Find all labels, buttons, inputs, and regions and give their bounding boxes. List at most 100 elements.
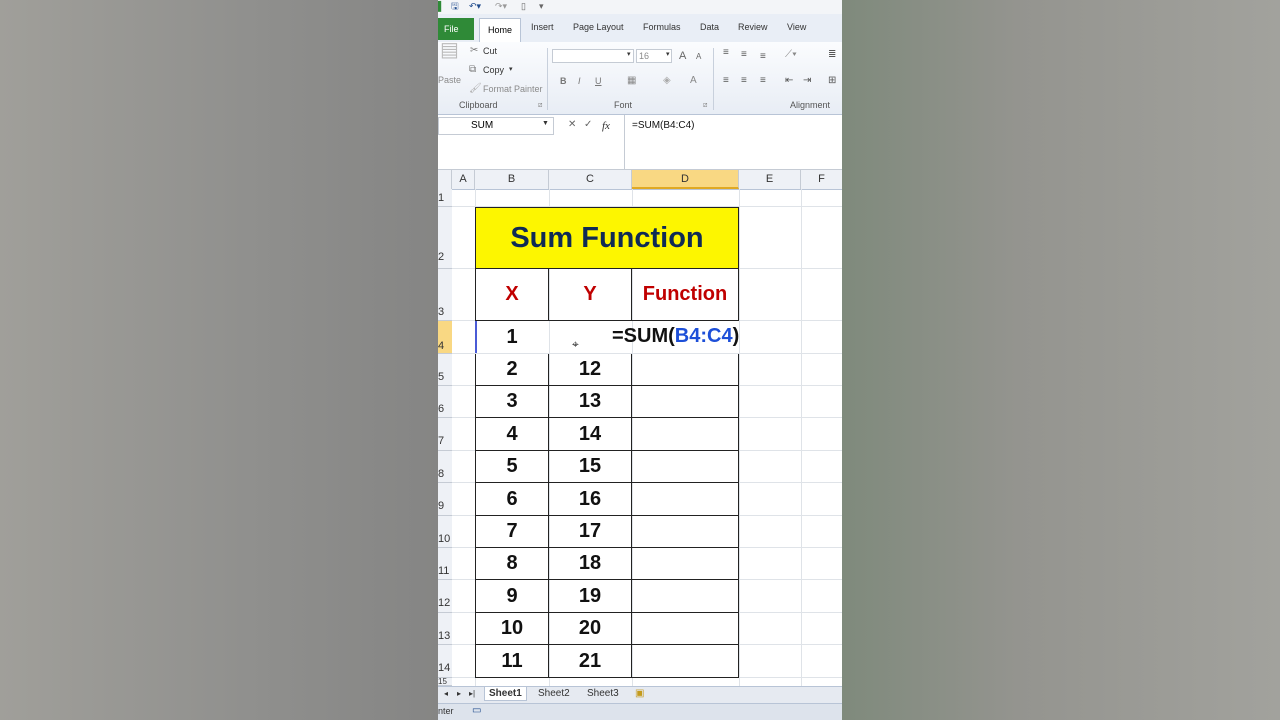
enter-icon[interactable]: ✓ — [584, 119, 592, 131]
row-header-2[interactable]: 2 — [438, 207, 452, 269]
shrink-font-button[interactable]: A — [696, 52, 701, 61]
align-top-icon[interactable]: ≡ — [723, 47, 729, 59]
customize-qat-icon[interactable]: ▾ — [539, 0, 544, 12]
insert-function-button[interactable]: fx — [602, 120, 610, 132]
cell-y[interactable]: 16 — [548, 483, 632, 516]
copy-dropdown-icon[interactable]: ▾ — [509, 65, 513, 73]
fill-color-icon[interactable]: ◈ — [663, 75, 671, 87]
table-title[interactable]: Sum Function — [475, 207, 739, 269]
tab-review[interactable]: Review — [738, 22, 768, 32]
copy-button[interactable]: Copy — [483, 65, 504, 75]
tab-formulas[interactable]: Formulas — [643, 22, 681, 32]
header-y[interactable]: Y — [548, 269, 632, 321]
cell-d4-formula[interactable]: =SUM(B4:C4) — [612, 325, 739, 348]
cell-x[interactable]: 11 — [475, 645, 549, 678]
cell-y[interactable]: 14 — [548, 418, 632, 451]
grow-font-button[interactable]: A — [679, 50, 686, 62]
underline-button[interactable]: U — [595, 76, 602, 86]
cell-y[interactable]: 13 — [548, 386, 632, 418]
wrap-text-icon[interactable]: ≣ — [828, 49, 836, 61]
sheet-tab-sheet1[interactable]: Sheet1 — [484, 687, 527, 701]
borders-icon[interactable]: ▦ — [627, 75, 636, 87]
new-doc-icon[interactable]: ▯ — [521, 0, 526, 12]
select-all-corner[interactable] — [438, 170, 452, 189]
row-header-4[interactable]: 4 — [438, 321, 452, 354]
cell-y[interactable]: 17 — [548, 516, 632, 548]
row-header-1[interactable]: 1 — [438, 189, 452, 207]
cell-x[interactable]: 10 — [475, 613, 549, 645]
cut-button[interactable]: Cut — [483, 46, 497, 56]
font-name-box[interactable] — [552, 49, 634, 63]
cell-x[interactable]: 8 — [475, 548, 549, 580]
last-sheet-icon[interactable]: ▸| — [469, 689, 475, 698]
cell-function[interactable] — [631, 645, 739, 678]
next-sheet-icon[interactable]: ▸ — [457, 689, 461, 698]
column-header-b[interactable]: B — [475, 170, 549, 189]
row-header-15[interactable]: 15 — [438, 678, 452, 686]
prev-sheet-icon[interactable]: ◂ — [444, 689, 448, 698]
font-color-button[interactable]: A — [690, 75, 697, 86]
tab-data[interactable]: Data — [700, 22, 719, 32]
cell-y[interactable]: 21 — [548, 645, 632, 678]
cell-function[interactable] — [631, 386, 739, 418]
merge-center-icon[interactable]: ⊞ — [828, 75, 836, 87]
name-box-dropdown-icon[interactable]: ▼ — [542, 120, 549, 127]
cell-function[interactable] — [631, 548, 739, 580]
column-header-a[interactable]: A — [452, 170, 475, 189]
header-function[interactable]: Function — [631, 269, 739, 321]
row-header-10[interactable]: 10 — [438, 516, 452, 548]
orientation-icon[interactable]: ⟋▾ — [785, 49, 797, 61]
cell-y[interactable]: 18 — [548, 548, 632, 580]
name-box[interactable]: SUM — [438, 117, 554, 135]
undo-icon[interactable]: ↶▾ — [469, 0, 481, 12]
cell-b4[interactable]: 1 — [475, 321, 549, 354]
worksheet-grid[interactable]: A B C D E F 1 2 3 4 5 6 7 8 9 10 11 12 1… — [438, 170, 842, 686]
sheet-tab-sheet3[interactable]: Sheet3 — [587, 688, 619, 699]
cell-function[interactable] — [631, 580, 739, 613]
font-size-dropdown-icon[interactable]: ▾ — [666, 50, 670, 58]
row-header-11[interactable]: 11 — [438, 548, 452, 580]
increase-indent-icon[interactable]: ⇥ — [803, 75, 811, 87]
tab-view[interactable]: View — [787, 22, 806, 32]
cell-function[interactable] — [631, 516, 739, 548]
font-name-dropdown-icon[interactable]: ▾ — [627, 50, 631, 58]
paste-button[interactable]: Paste — [438, 75, 461, 85]
row-header-9[interactable]: 9 — [438, 483, 452, 516]
formula-input[interactable]: =SUM(B4:C4) — [632, 120, 695, 131]
cell-x[interactable]: 4 — [475, 418, 549, 451]
column-header-f[interactable]: F — [801, 170, 842, 189]
macro-record-icon[interactable]: ▭ — [472, 705, 481, 716]
cell-function[interactable] — [631, 354, 739, 386]
cell-x[interactable]: 7 — [475, 516, 549, 548]
cell-y[interactable]: 15 — [548, 451, 632, 483]
cell-function[interactable] — [631, 451, 739, 483]
header-x[interactable]: X — [475, 269, 549, 321]
row-header-12[interactable]: 12 — [438, 580, 452, 613]
cell-x[interactable]: 9 — [475, 580, 549, 613]
cell-x[interactable]: 2 — [475, 354, 549, 386]
row-header-13[interactable]: 13 — [438, 613, 452, 645]
cell-x[interactable]: 3 — [475, 386, 549, 418]
format-painter-button[interactable]: Format Painter — [483, 84, 543, 94]
cell-y[interactable]: 19 — [548, 580, 632, 613]
tab-insert[interactable]: Insert — [531, 22, 554, 32]
cell-function[interactable] — [631, 418, 739, 451]
row-header-14[interactable]: 14 — [438, 645, 452, 678]
align-bottom-icon[interactable]: ≡ — [760, 51, 766, 63]
sheet-tab-sheet2[interactable]: Sheet2 — [538, 688, 570, 699]
cell-function[interactable] — [631, 613, 739, 645]
column-header-e[interactable]: E — [739, 170, 801, 189]
paste-icon[interactable]: ▤ — [440, 40, 459, 60]
cell-function[interactable] — [631, 483, 739, 516]
cancel-icon[interactable]: ✕ — [568, 119, 576, 131]
cell-y[interactable]: 12 — [548, 354, 632, 386]
insert-sheet-icon[interactable]: ▣ — [635, 688, 644, 699]
align-middle-icon[interactable]: ≡ — [741, 49, 747, 61]
cell-x[interactable]: 6 — [475, 483, 549, 516]
bold-button[interactable]: B — [560, 76, 567, 86]
row-header-8[interactable]: 8 — [438, 451, 452, 483]
align-left-icon[interactable]: ≡ — [723, 75, 729, 87]
row-header-6[interactable]: 6 — [438, 386, 452, 418]
font-launcher-icon[interactable]: ⧄ — [703, 100, 707, 112]
row-header-7[interactable]: 7 — [438, 418, 452, 451]
